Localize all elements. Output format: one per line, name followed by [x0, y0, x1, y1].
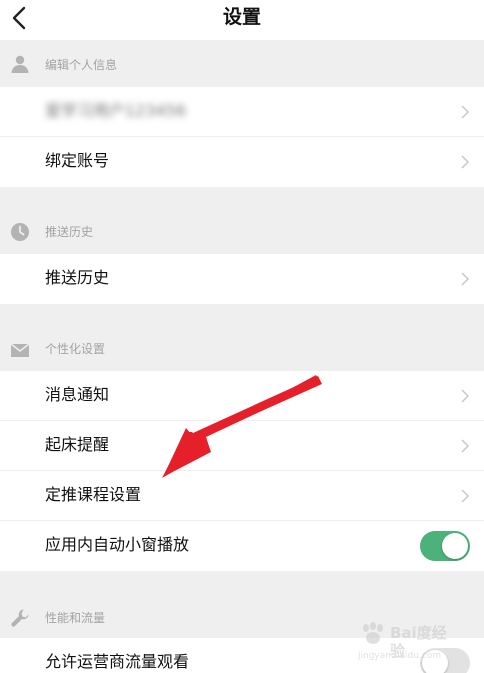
autoplay-small-window-toggle[interactable]: [420, 531, 470, 561]
row-push-history[interactable]: 推送历史: [0, 254, 484, 304]
section-header-push: 推送历史: [0, 187, 484, 254]
chevron-right-icon: [461, 155, 469, 169]
watermark-url: jingyan.baidu.com: [358, 651, 442, 661]
row-autoplay-small-window: 应用内自动小窗播放: [0, 521, 484, 571]
row-bind-account[interactable]: 绑定账号: [0, 137, 484, 187]
section-label-performance: 性能和流量: [45, 611, 106, 625]
chevron-right-icon: [461, 272, 469, 286]
push-history-label: 推送历史: [45, 268, 110, 287]
row-course-push[interactable]: 定推课程设置: [0, 471, 484, 521]
row-wake-reminder[interactable]: 起床提醒: [0, 421, 484, 471]
chevron-right-icon: [461, 489, 469, 503]
envelope-icon: [10, 343, 30, 357]
section-label-personal: 个性化设置: [45, 342, 106, 356]
section-header-personal: 个性化设置: [0, 304, 484, 371]
chevron-right-icon: [461, 105, 469, 119]
section-header-profile: 编辑个人信息: [0, 40, 484, 87]
row-account-name[interactable]: 爱学习用户123456: [0, 87, 484, 137]
nav-bar: 设置: [0, 0, 484, 40]
row-notifications[interactable]: 消息通知: [0, 371, 484, 421]
chevron-right-icon: [461, 389, 469, 403]
notifications-label: 消息通知: [45, 385, 110, 404]
wrench-icon: [11, 609, 29, 627]
watermark: Bai度经验 jingyan.baidu.com: [356, 622, 456, 668]
carrier-data-label: 允许运营商流量观看: [45, 652, 190, 671]
chevron-right-icon: [461, 439, 469, 453]
toggle-knob: [442, 533, 468, 559]
section-label-profile: 编辑个人信息: [45, 58, 118, 72]
user-icon: [11, 55, 29, 73]
settings-screen: 设置 编辑个人信息 爱学习用户123456 绑定账号 推送历史 推送历史 个性化…: [0, 0, 484, 673]
section-label-push: 推送历史: [45, 225, 94, 239]
autoplay-small-window-label: 应用内自动小窗播放: [45, 535, 190, 554]
page-title: 设置: [222, 6, 261, 28]
clock-icon: [11, 223, 29, 241]
wake-reminder-label: 起床提醒: [45, 435, 110, 454]
bind-account-label: 绑定账号: [45, 151, 110, 170]
paw-logo-icon: [363, 622, 383, 644]
account-name-text: 爱学习用户123456: [45, 101, 187, 120]
course-push-label: 定推课程设置: [45, 485, 142, 504]
